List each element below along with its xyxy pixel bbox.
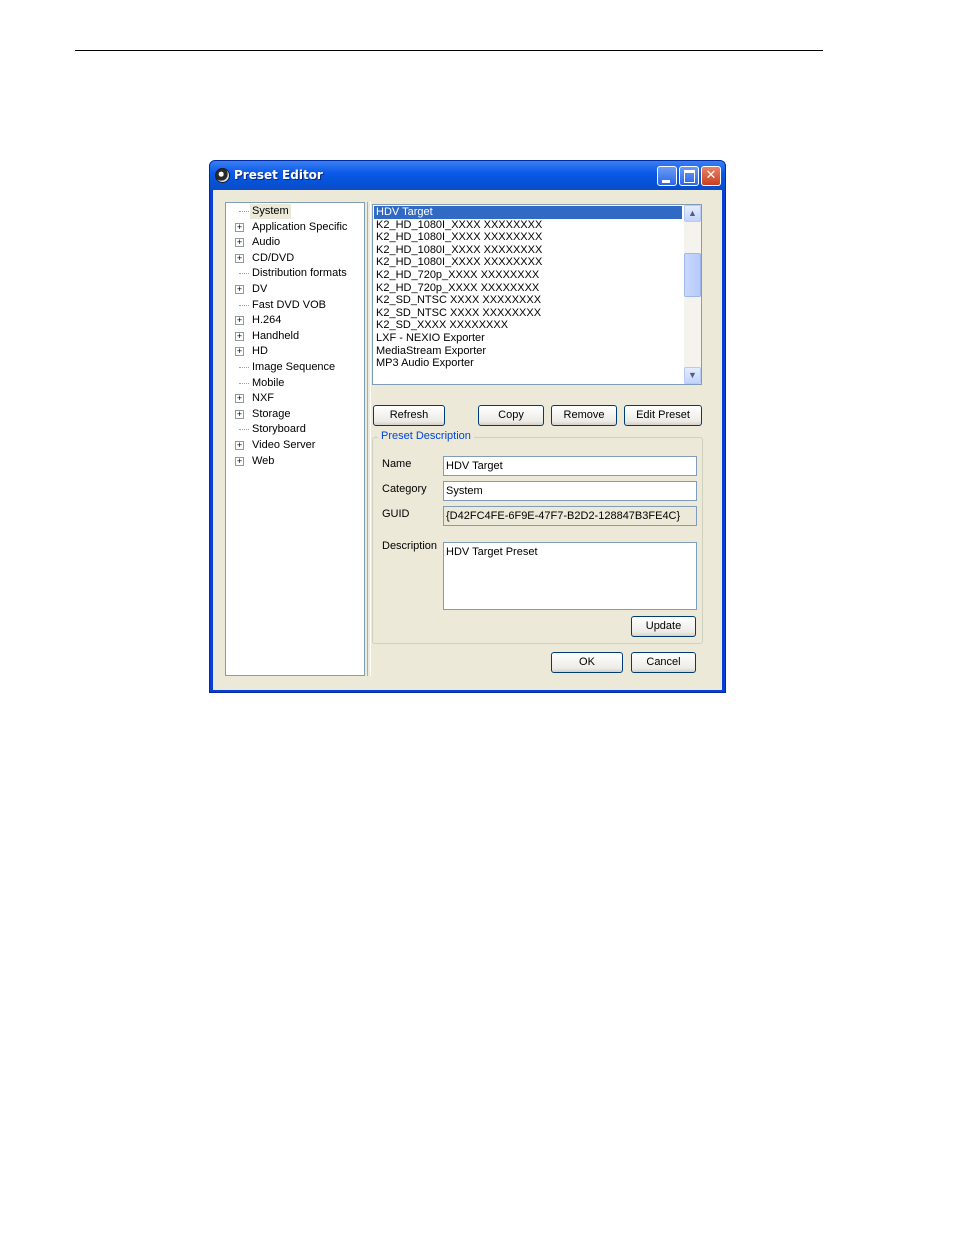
preset-description-group: Preset Description Name HDV Target Categ… bbox=[372, 430, 703, 644]
edit-preset-button[interactable]: Edit Preset bbox=[624, 405, 702, 426]
tree-item-label: NXF bbox=[252, 392, 274, 405]
category-tree[interactable]: System + Application Specific + Audio + CD/DVD… bbox=[225, 202, 365, 676]
tree-item-label: Web bbox=[252, 454, 275, 467]
tree-item-label: DV bbox=[252, 283, 268, 295]
preset-list-item[interactable]: MediaStream Exporter bbox=[374, 345, 682, 358]
tree-item-label: Distribution formats bbox=[252, 267, 347, 280]
tree-item-label: Audio bbox=[252, 236, 281, 249]
scroll-down-icon[interactable]: ▼ bbox=[684, 367, 701, 384]
expand-icon[interactable]: + bbox=[235, 409, 244, 419]
preset-list-scrollbar[interactable]: ▲ ▼ bbox=[684, 205, 701, 384]
splitter[interactable] bbox=[367, 202, 371, 676]
tree-item-label: Handheld bbox=[252, 329, 300, 342]
tree-item-label: Fast DVD VOB bbox=[252, 298, 326, 311]
cancel-button[interactable]: Cancel bbox=[631, 652, 696, 673]
minimize-button[interactable] bbox=[657, 166, 677, 186]
window-title: Preset Editor bbox=[234, 168, 323, 182]
tree-item-label: Storyboard bbox=[252, 423, 306, 436]
dialog-client: System + Application Specific + Audio + CD/DVD… bbox=[213, 190, 722, 690]
category-label: Category bbox=[382, 483, 427, 495]
preset-editor-window: Preset Editor ✕ System + Application Speci… bbox=[209, 160, 726, 693]
tree-item-label: System bbox=[250, 204, 291, 219]
update-button[interactable]: Update bbox=[631, 616, 696, 637]
tree-item-label: Storage bbox=[252, 407, 291, 420]
ok-button[interactable]: OK bbox=[551, 652, 623, 673]
preset-list-item[interactable]: K2_HD_1080I_XXXX XXXXXXXX bbox=[374, 244, 682, 257]
tree-item-label: Mobile bbox=[252, 376, 285, 389]
expand-icon[interactable]: + bbox=[235, 331, 244, 341]
preset-list-item[interactable]: LXF - NEXIO Exporter bbox=[374, 332, 682, 345]
expand-icon[interactable]: + bbox=[235, 253, 244, 263]
preset-list-item[interactable]: K2_HD_1080I_XXXX XXXXXXXX bbox=[374, 231, 682, 244]
preset-list-item[interactable]: MP3 Audio Exporter bbox=[374, 357, 682, 370]
maximize-icon bbox=[684, 170, 695, 183]
description-label: Description bbox=[382, 540, 438, 552]
remove-button[interactable]: Remove bbox=[551, 405, 617, 426]
app-icon bbox=[215, 168, 230, 183]
maximize-button[interactable] bbox=[679, 166, 699, 186]
scroll-thumb[interactable] bbox=[684, 253, 701, 297]
preset-list-item[interactable]: HDV Target bbox=[374, 206, 682, 219]
tree-connector bbox=[239, 367, 249, 368]
category-field[interactable]: System bbox=[443, 481, 697, 501]
tree-item-label: Image Sequence bbox=[252, 361, 336, 373]
page-top-rule bbox=[75, 50, 823, 51]
tree-item-label: CD/DVD bbox=[252, 251, 295, 264]
minimize-icon bbox=[662, 180, 670, 183]
name-label: Name bbox=[382, 458, 412, 470]
preset-list-item[interactable]: K2_HD_1080I_XXXX XXXXXXXX bbox=[374, 256, 682, 269]
guid-label: GUID bbox=[382, 508, 410, 520]
expand-icon[interactable]: + bbox=[235, 456, 244, 466]
expand-icon[interactable]: + bbox=[235, 238, 244, 248]
preset-list-item[interactable]: K2_SD_NTSC XXXX XXXXXXXX bbox=[374, 294, 682, 307]
description-field[interactable]: HDV Target Preset bbox=[443, 542, 697, 610]
close-button[interactable]: ✕ bbox=[701, 166, 721, 186]
preset-list-item[interactable]: K2_HD_720p_XXXX XXXXXXXX bbox=[374, 282, 682, 295]
copy-button[interactable]: Copy bbox=[478, 405, 544, 426]
name-field[interactable]: HDV Target bbox=[443, 456, 697, 476]
tree-connector bbox=[239, 382, 249, 384]
expand-icon[interactable]: + bbox=[235, 316, 244, 326]
preset-list-item[interactable]: K2_HD_720p_XXXX XXXXXXXX bbox=[374, 269, 682, 282]
close-icon: ✕ bbox=[705, 168, 717, 183]
tree-item-label: H.264 bbox=[252, 314, 282, 327]
guid-field: {D42FC4FE-6F9E-47F7-B2D2-128847B3FE4C} bbox=[443, 506, 697, 526]
expand-icon[interactable]: + bbox=[235, 441, 244, 450]
tree-item-label: Application Specific bbox=[252, 220, 348, 233]
tree-item-label: Video Server bbox=[252, 439, 316, 451]
tree-connector bbox=[239, 273, 249, 275]
refresh-button[interactable]: Refresh bbox=[373, 405, 445, 426]
tree-item-label: HD bbox=[252, 345, 268, 358]
preset-description-title: Preset Description bbox=[378, 430, 474, 442]
tree-connector bbox=[239, 304, 249, 306]
preset-list-item[interactable]: K2_HD_1080I_XXXX XXXXXXXX bbox=[374, 219, 682, 232]
expand-icon[interactable]: + bbox=[235, 285, 244, 294]
expand-icon[interactable]: + bbox=[235, 347, 244, 357]
tree-connector bbox=[239, 211, 249, 212]
preset-list[interactable]: HDV Target K2_HD_1080I_XXXX XXXXXXXX K2_HD… bbox=[372, 204, 702, 385]
scroll-up-icon[interactable]: ▲ bbox=[684, 205, 701, 222]
expand-icon[interactable]: + bbox=[235, 394, 244, 404]
preset-list-item[interactable]: K2_SD_XXXX XXXXXXXX bbox=[374, 319, 682, 332]
preset-list-item[interactable]: K2_SD_NTSC XXXX XXXXXXXX bbox=[374, 307, 682, 320]
title-bar[interactable]: Preset Editor ✕ bbox=[210, 161, 725, 190]
expand-icon[interactable]: + bbox=[235, 222, 244, 232]
tree-connector bbox=[239, 429, 249, 431]
